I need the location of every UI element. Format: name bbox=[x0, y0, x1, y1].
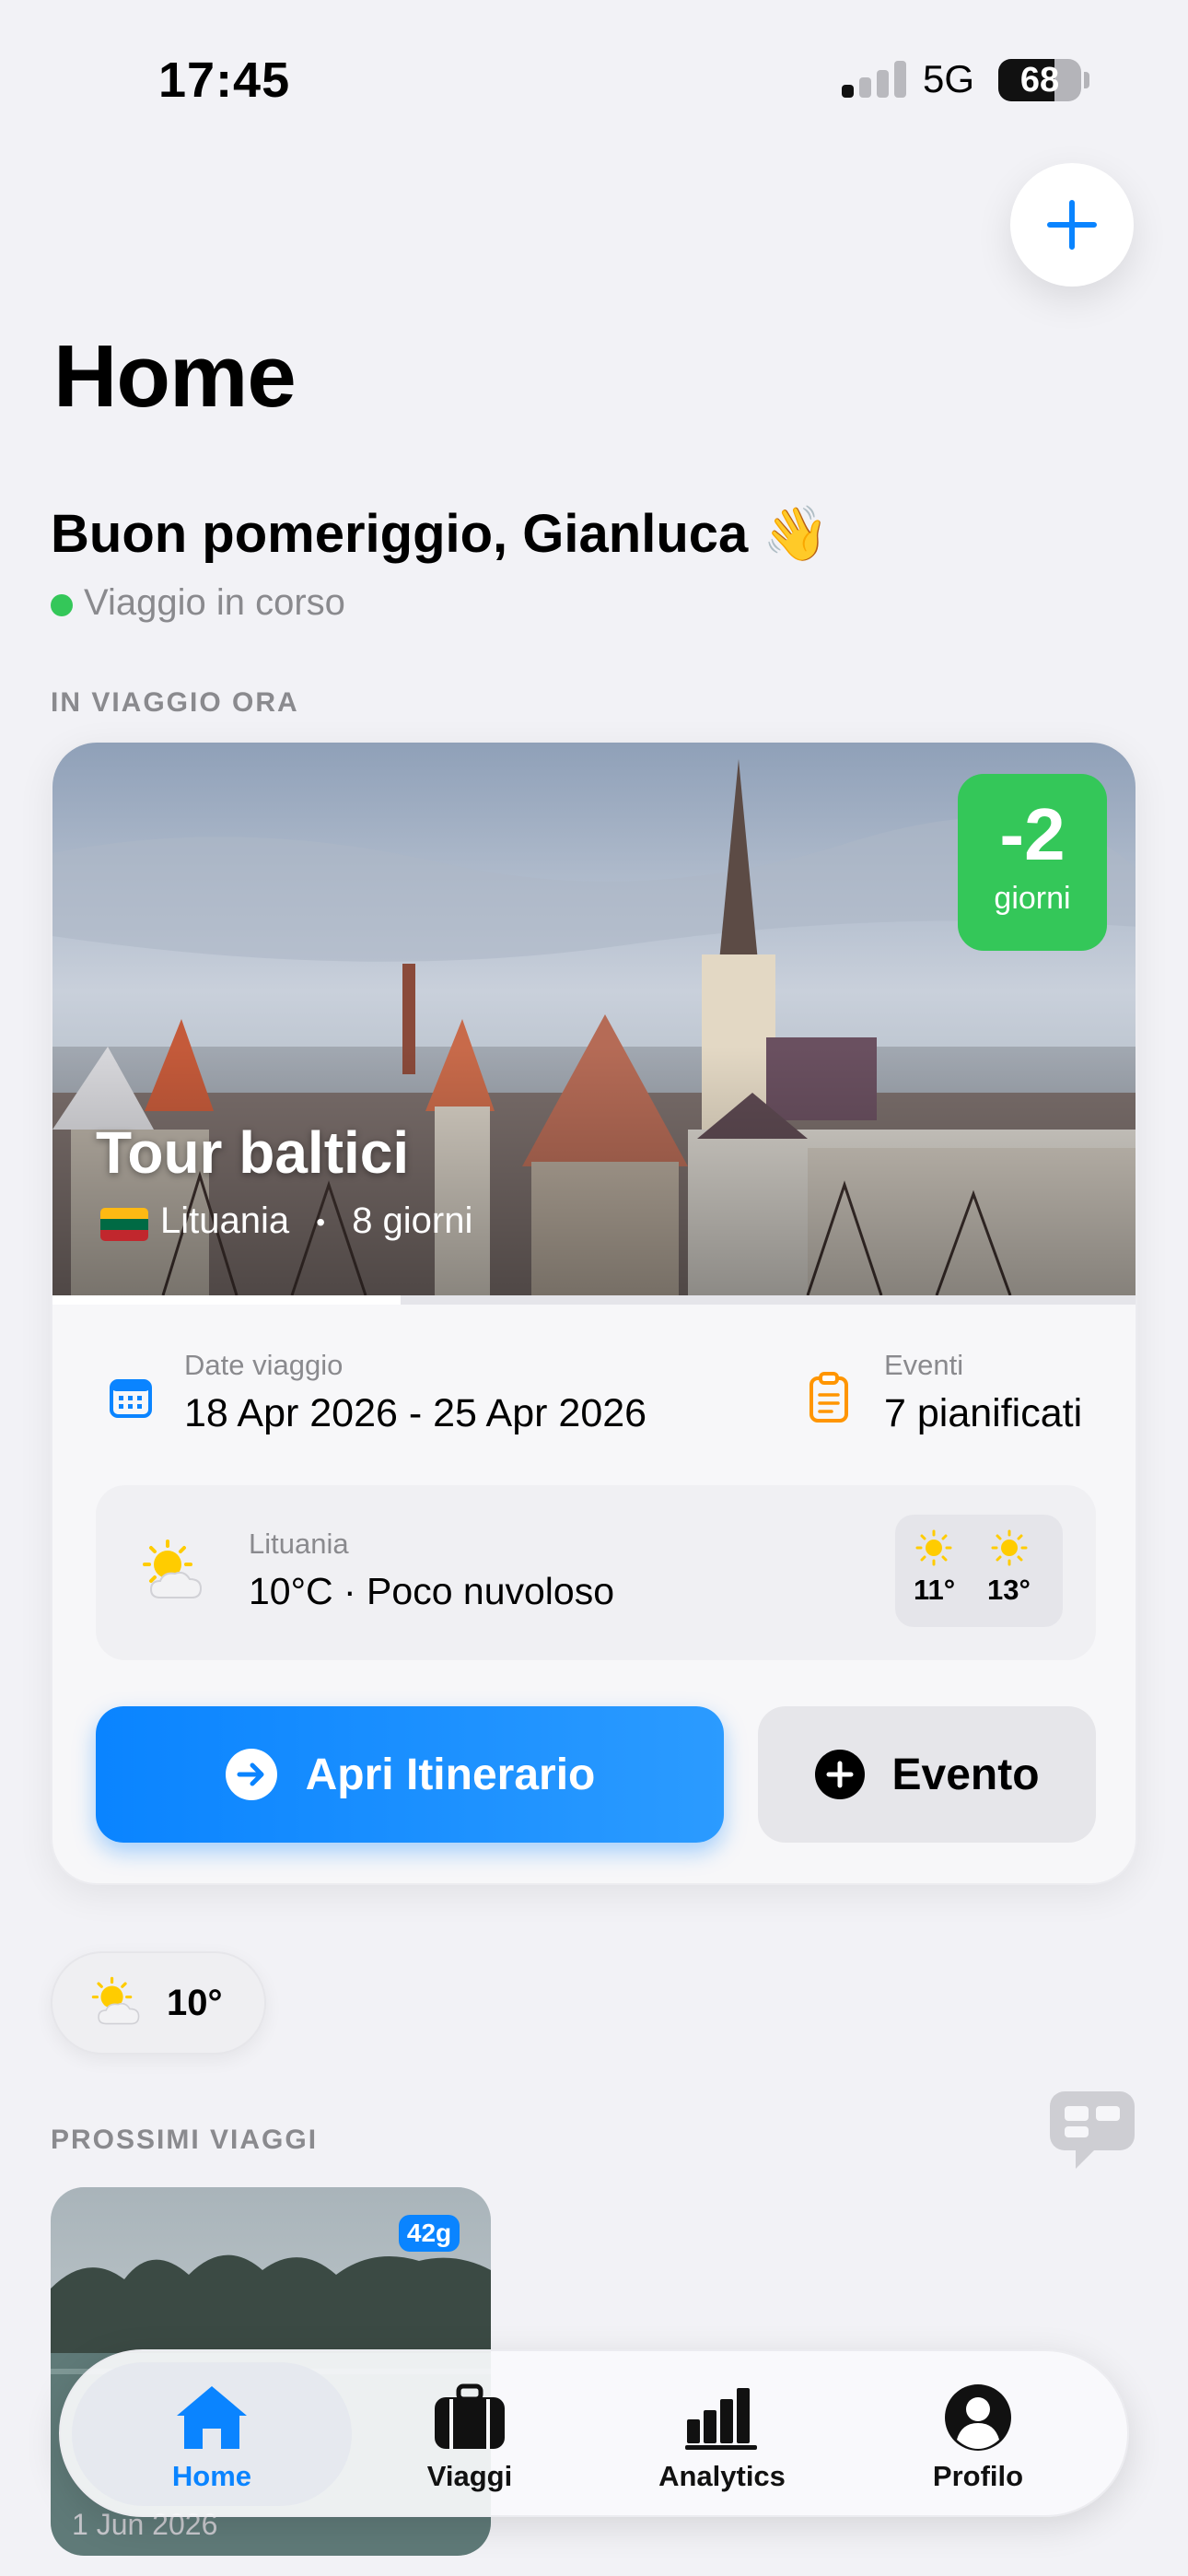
upcoming-trip-days-badge: 42g bbox=[399, 2215, 460, 2252]
suitcase-icon bbox=[435, 2383, 505, 2449]
weather-chip-temp: 10° bbox=[167, 1982, 223, 2023]
current-trip-section-label: IN VIAGGIO ORA bbox=[51, 687, 299, 718]
chat-bubbles-icon[interactable] bbox=[1048, 2084, 1136, 2172]
countdown-value: -2 bbox=[999, 793, 1066, 875]
forecast-temp-1: 11° bbox=[914, 1574, 956, 1606]
sun-icon bbox=[915, 1529, 952, 1566]
add-trip-button[interactable] bbox=[1010, 163, 1134, 287]
partly-cloudy-icon bbox=[91, 1976, 140, 2025]
calendar-icon bbox=[110, 1379, 152, 1418]
forecast-box: 11° 13° bbox=[895, 1515, 1063, 1627]
cellular-signal-icon bbox=[842, 61, 906, 98]
trip-title: Tour baltici bbox=[96, 1119, 410, 1186]
weather-location: Lituania bbox=[249, 1528, 349, 1560]
open-itinerary-label: Apri Itinerario bbox=[305, 1750, 596, 1799]
lithuania-flag-icon bbox=[100, 1208, 148, 1241]
status-time: 17:45 bbox=[158, 53, 291, 108]
events-value: 7 pianificati bbox=[884, 1391, 1083, 1435]
countdown-badge: -2 giorni bbox=[958, 774, 1107, 951]
trip-meta: Lituania • 8 giorni bbox=[160, 1200, 472, 1242]
trip-status-text: Viaggio in corso bbox=[84, 582, 345, 623]
events-label: Eventi bbox=[884, 1349, 964, 1381]
battery-level: 68 bbox=[1019, 61, 1060, 100]
countdown-unit: giorni bbox=[994, 881, 1071, 916]
tab-profilo[interactable]: Profilo bbox=[868, 2351, 1089, 2519]
trip-progress-bar bbox=[52, 1295, 1136, 1305]
arrow-right-circle-icon bbox=[225, 1749, 277, 1800]
meta-separator: • bbox=[316, 1208, 326, 1237]
tab-profilo-label: Profilo bbox=[932, 2460, 1024, 2492]
tab-home[interactable]: Home bbox=[101, 2351, 322, 2519]
clipboard-icon bbox=[809, 1372, 848, 1423]
battery-tip bbox=[1084, 72, 1089, 88]
dates-value: 18 Apr 2026 - 25 Apr 2026 bbox=[184, 1391, 647, 1435]
dates-label: Date viaggio bbox=[184, 1349, 344, 1381]
weather-current: 10°C · Poco nuvoloso bbox=[249, 1570, 615, 1612]
house-icon bbox=[177, 2386, 247, 2449]
sun-icon bbox=[991, 1529, 1028, 1566]
current-trip-card[interactable]: -2 giorni Tour baltici Lituania • 8 gior… bbox=[51, 741, 1137, 1885]
tab-viaggi-label: Viaggi bbox=[426, 2460, 513, 2492]
plus-circle-icon bbox=[815, 1750, 866, 1799]
trip-country: Lituania bbox=[160, 1200, 290, 1241]
tab-analytics-label: Analytics bbox=[658, 2460, 786, 2492]
add-event-label: Evento bbox=[891, 1750, 1040, 1799]
trip-progress-fill bbox=[52, 1295, 401, 1305]
tab-analytics[interactable]: Analytics bbox=[611, 2351, 833, 2519]
person-icon bbox=[945, 2384, 1011, 2451]
trip-duration: 8 giorni bbox=[352, 1200, 473, 1241]
open-itinerary-button[interactable]: Apri Itinerario bbox=[96, 1706, 724, 1843]
greeting-text: Buon pomeriggio, Gianluca 👋 bbox=[51, 504, 830, 564]
page-title: Home bbox=[53, 327, 297, 426]
add-event-button[interactable]: Evento bbox=[758, 1706, 1096, 1843]
plus-icon bbox=[1047, 200, 1097, 250]
weather-chip[interactable]: 10° bbox=[51, 1951, 266, 2055]
network-type: 5G bbox=[923, 57, 975, 100]
forecast-temp-2: 13° bbox=[987, 1574, 1031, 1606]
partly-cloudy-icon bbox=[143, 1540, 203, 1598]
tab-home-label: Home bbox=[171, 2460, 252, 2492]
status-dot bbox=[51, 594, 73, 616]
upcoming-trips-section-label: PROSSIMI VIAGGI bbox=[51, 2125, 319, 2155]
tab-bar: Home Viaggi Analytics Profilo bbox=[59, 2349, 1129, 2517]
battery-icon: 68 bbox=[998, 59, 1081, 101]
bar-chart-icon bbox=[685, 2388, 757, 2450]
tab-viaggi[interactable]: Viaggi bbox=[359, 2351, 580, 2519]
